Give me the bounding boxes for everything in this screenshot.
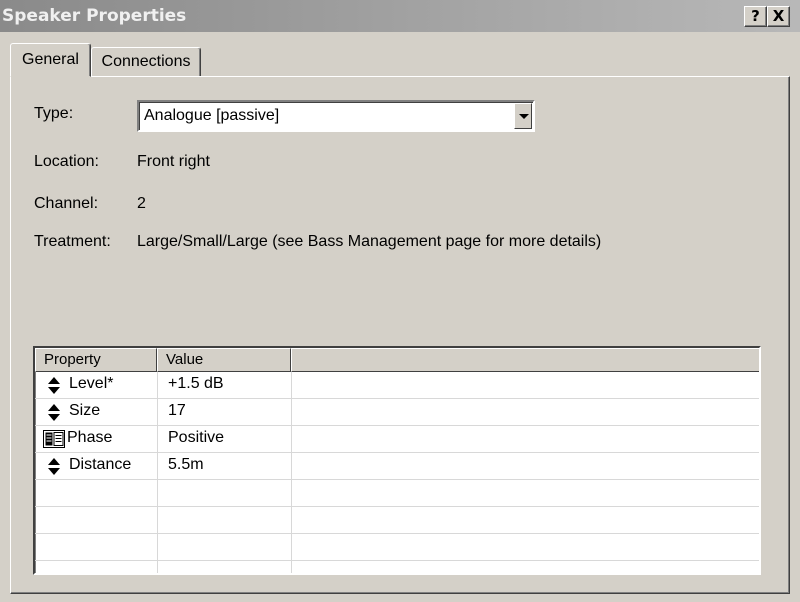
property-grid[interactable]: Property Value Level* +1.5 dB Size 17 Ph…: [33, 346, 761, 575]
list-select-icon[interactable]: [43, 429, 65, 449]
tab-connections[interactable]: Connections: [91, 47, 201, 77]
property-name: Size: [69, 402, 101, 419]
property-value[interactable]: +1.5 dB: [168, 375, 224, 393]
help-button[interactable]: ?: [744, 6, 767, 27]
treatment-value: Large/Small/Large (see Bass Management p…: [137, 233, 602, 250]
type-dropdown-value: Analogue [passive]: [144, 107, 280, 124]
channel-label: Channel:: [34, 195, 99, 212]
property-name: Phase: [67, 429, 113, 446]
property-value[interactable]: Positive: [168, 429, 224, 447]
empty-row: [35, 534, 759, 561]
close-button[interactable]: X: [767, 6, 790, 27]
property-name: Distance: [69, 456, 132, 473]
property-name: Level*: [69, 375, 114, 392]
grid-header: Property Value: [35, 348, 759, 372]
empty-row: [35, 480, 759, 507]
channel-value: 2: [137, 195, 146, 212]
spin-arrows-icon[interactable]: [46, 458, 62, 476]
window-title: Speaker Properties: [2, 6, 187, 26]
empty-row: [35, 507, 759, 534]
tab-general[interactable]: General: [10, 43, 91, 77]
table-row[interactable]: Phase Positive: [35, 426, 759, 453]
table-row[interactable]: Level* +1.5 dB: [35, 372, 759, 399]
type-label: Type:: [34, 105, 74, 122]
title-bar: Speaker Properties ? X: [0, 0, 800, 32]
column-header-property[interactable]: Property: [35, 348, 157, 372]
type-dropdown[interactable]: Analogue [passive]: [137, 100, 535, 132]
column-header-blank[interactable]: [291, 348, 759, 372]
spin-arrows-icon[interactable]: [46, 404, 62, 422]
property-value[interactable]: 5.5m: [168, 456, 204, 474]
chevron-down-icon[interactable]: [514, 103, 532, 129]
table-row[interactable]: Distance 5.5m: [35, 453, 759, 480]
table-row[interactable]: Size 17: [35, 399, 759, 426]
treatment-label: Treatment:: [34, 233, 111, 250]
column-header-value[interactable]: Value: [157, 348, 291, 372]
location-value: Front right: [137, 153, 210, 170]
spin-arrows-icon[interactable]: [46, 377, 62, 395]
location-label: Location:: [34, 153, 99, 170]
property-value[interactable]: 17: [168, 402, 186, 420]
